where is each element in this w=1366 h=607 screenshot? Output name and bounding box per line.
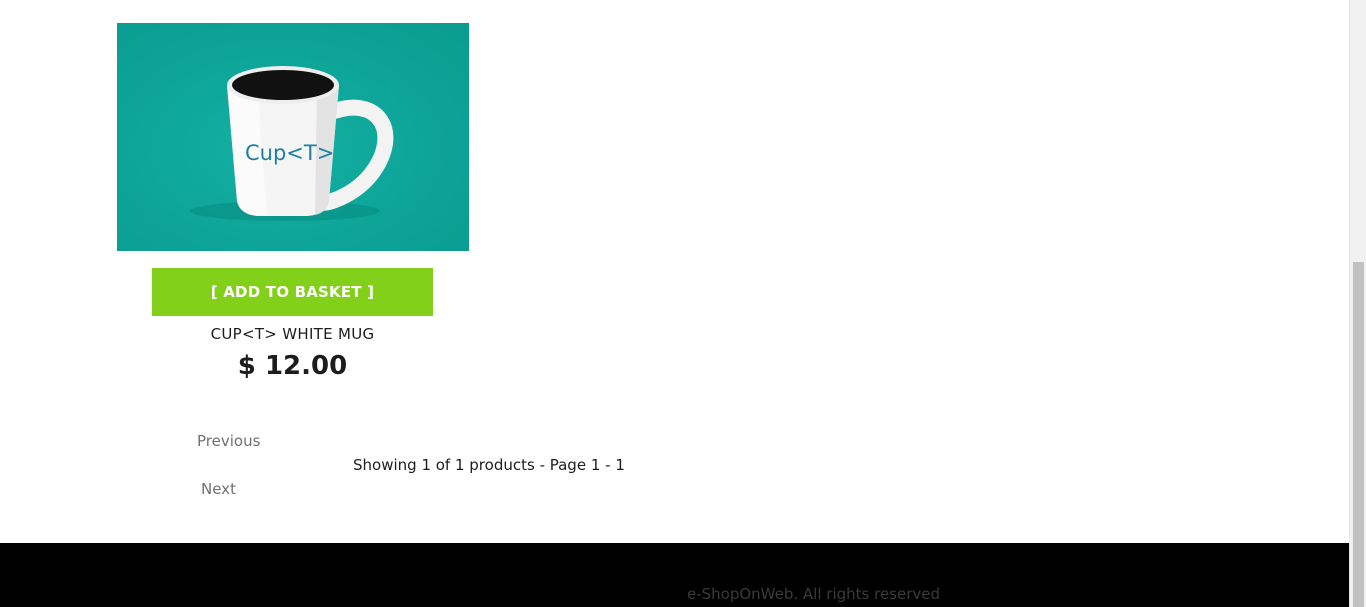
footer: e-ShopOnWeb. All rights reserved	[0, 543, 1349, 607]
vertical-scrollbar[interactable]	[1349, 0, 1366, 607]
product-name: CUP<T> WHITE MUG	[210, 325, 375, 343]
pager-next-link[interactable]: Next	[201, 480, 236, 498]
catalog-page: Cup<T> [ ADD TO BASKET ] CUP<T> WHITE MU…	[0, 0, 1366, 607]
mug-illustration: Cup<T>	[190, 66, 394, 221]
scrollbar-thumb[interactable]	[1353, 262, 1364, 607]
footer-copyright: e-ShopOnWeb. All rights reserved	[687, 585, 941, 603]
pager-info: Showing 1 of 1 products - Page 1 - 1	[353, 456, 625, 474]
product-price: $ 12.00	[237, 351, 348, 381]
mug-logo-text: Cup<T>	[245, 141, 334, 165]
pager-previous-link[interactable]: Previous	[197, 432, 260, 450]
add-to-basket-button[interactable]: [ ADD TO BASKET ]	[152, 268, 433, 316]
product-image: Cup<T>	[117, 23, 469, 251]
